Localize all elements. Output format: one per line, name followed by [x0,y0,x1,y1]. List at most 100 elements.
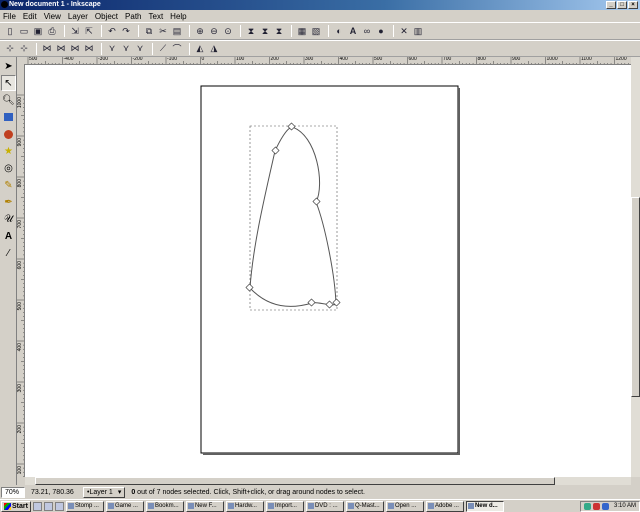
unlink-clone-icon[interactable]: ⧗ [273,25,285,37]
horizontal-ruler[interactable]: 500 -400 -300 -200 -100 0 100 200 300 400 500 600 70… [24,57,632,65]
pencil-tool-icon[interactable]: ✎ [1,177,16,193]
node-smooth-icon[interactable]: ⋎ [120,43,132,55]
minimize-button[interactable]: _ [606,1,616,9]
ruler-label: 0 [201,57,205,62]
ruler-label: -200 [132,57,143,62]
align-icon[interactable]: ● [375,25,387,37]
menu-text[interactable]: Text [149,12,164,21]
ruler-label: 100 [236,57,245,62]
canvas-drawing[interactable] [25,65,631,477]
break-path-icon[interactable]: ⋈ [55,43,67,55]
separator [189,42,190,55]
menu-path[interactable]: Path [125,12,141,21]
save-icon[interactable]: ▣ [32,25,44,37]
selector-tool-icon[interactable]: ➤ [1,58,16,74]
fill-stroke-icon[interactable]: ◐ [333,25,345,37]
segment-curve-icon[interactable]: ⌒ [171,43,183,55]
export-icon[interactable]: ⇱ [83,25,95,37]
import-icon[interactable]: ⇲ [69,25,81,37]
horizontal-scroll-thumb[interactable] [35,477,555,485]
ruler-label: 700 [443,57,452,62]
preferences-icon[interactable]: ✕ [398,25,410,37]
layer-selector[interactable]: •Layer 1 ▾ [83,486,126,498]
paste-icon[interactable]: ▤ [171,25,183,37]
ruler-label: 400 [339,57,348,62]
clone-icon[interactable]: ⧗ [259,25,271,37]
maximize-button[interactable]: □ [617,1,627,9]
menu-file[interactable]: File [3,12,16,21]
pen-tool-icon[interactable]: ✒ [1,194,16,210]
zoom-page-icon[interactable]: ⊙ [222,25,234,37]
quicklaunch-desktop-icon[interactable] [32,501,42,511]
taskbar-item[interactable]: Open ... [385,500,424,512]
drawing-canvas[interactable] [25,65,631,477]
print-icon[interactable]: ⎙ [46,25,58,37]
group-icon[interactable]: ▦ [296,25,308,37]
object-to-path-icon[interactable]: ◭ [194,43,206,55]
cut-icon[interactable]: ✂ [157,25,169,37]
node-cusp-icon[interactable]: ⋎ [106,43,118,55]
undo-icon[interactable]: ↶ [106,25,118,37]
new-icon[interactable]: ▯ [4,25,16,37]
text-tool-icon[interactable]: A [1,228,16,244]
taskbar-item[interactable]: Adobe ... [425,500,464,512]
start-button[interactable]: Start [1,500,31,512]
taskbar-item[interactable]: DVD : ... [305,500,344,512]
horizontal-scrollbar[interactable] [25,477,631,485]
redo-icon[interactable]: ↷ [120,25,132,37]
vertical-scrollbar[interactable] [631,57,640,477]
dropper-tool-icon[interactable]: ⁄ [1,245,16,261]
delete-segment-icon[interactable]: ⋈ [83,43,95,55]
menu-object[interactable]: Object [95,12,118,21]
tray-network-icon[interactable] [583,502,591,510]
node-symmetric-icon[interactable]: ⋎ [134,43,146,55]
taskbar-item[interactable]: Game ... [105,500,144,512]
ungroup-icon[interactable]: ▧ [310,25,322,37]
zoom-tool-icon[interactable]: 🔍︎ [1,92,16,108]
join-nodes-icon[interactable]: ⋈ [41,43,53,55]
taskbar-item[interactable]: Import... [265,500,304,512]
duplicate-icon[interactable]: ⧗ [245,25,257,37]
text-font-icon[interactable]: A [347,25,359,37]
delete-node-icon[interactable]: ⊹ [18,43,30,55]
insert-node-icon[interactable]: ⊹ [4,43,16,55]
join-segment-icon[interactable]: ⋈ [69,43,81,55]
rectangle-tool-icon[interactable] [1,109,16,125]
separator [101,25,102,37]
zoom-drawing-icon[interactable]: ⊖ [208,25,220,37]
xml-editor-icon[interactable]: ∞ [361,25,373,37]
menu-layer[interactable]: Layer [68,12,88,21]
vertical-ruler[interactable]: 1000 900 800 700 600 500 400 300 200 100 [17,65,25,477]
zoom-field[interactable]: 70% [1,486,25,498]
ruler-label: 500 [374,57,383,62]
star-tool-icon[interactable]: ★ [1,143,16,159]
taskbar-item[interactable]: Hardw... [225,500,264,512]
taskbar-item-active[interactable]: New d... [465,500,504,512]
calligraphy-tool-icon[interactable]: 𝒰 [1,211,16,227]
zoom-selection-icon[interactable]: ⊕ [194,25,206,37]
quicklaunch-browser-icon[interactable] [43,501,53,511]
segment-line-icon[interactable]: ⟋ [157,43,169,55]
stroke-to-path-icon[interactable]: ◮ [208,43,220,55]
taskbar-item[interactable]: New F... [185,500,224,512]
copy-icon[interactable]: ⧉ [143,25,155,37]
document-properties-icon[interactable]: ▥ [412,25,424,37]
menu-edit[interactable]: Edit [23,12,37,21]
tray-security-icon[interactable] [592,502,600,510]
ruler-label: 700 [17,220,23,229]
node-tool-icon[interactable]: ↖ [1,75,16,91]
quicklaunch-media-icon[interactable] [54,501,64,511]
window-titlebar: New document 1 - Inkscape _ □ × [0,0,640,10]
menu-help[interactable]: Help [170,12,186,21]
close-button[interactable]: × [628,1,638,9]
open-icon[interactable]: ▭ [18,25,30,37]
vertical-scroll-thumb[interactable] [631,197,640,397]
taskbar-item[interactable]: Stomp ... [65,500,104,512]
tray-volume-icon[interactable] [601,502,609,510]
taskbar-item[interactable]: Q-Mast... [345,500,384,512]
horizontal-ruler-ticks [27,57,632,64]
menu-view[interactable]: View [44,12,61,21]
spiral-tool-icon[interactable]: ◎ [1,160,16,176]
ellipse-tool-icon[interactable] [1,126,16,142]
taskbar-item[interactable]: Bookm... [145,500,184,512]
